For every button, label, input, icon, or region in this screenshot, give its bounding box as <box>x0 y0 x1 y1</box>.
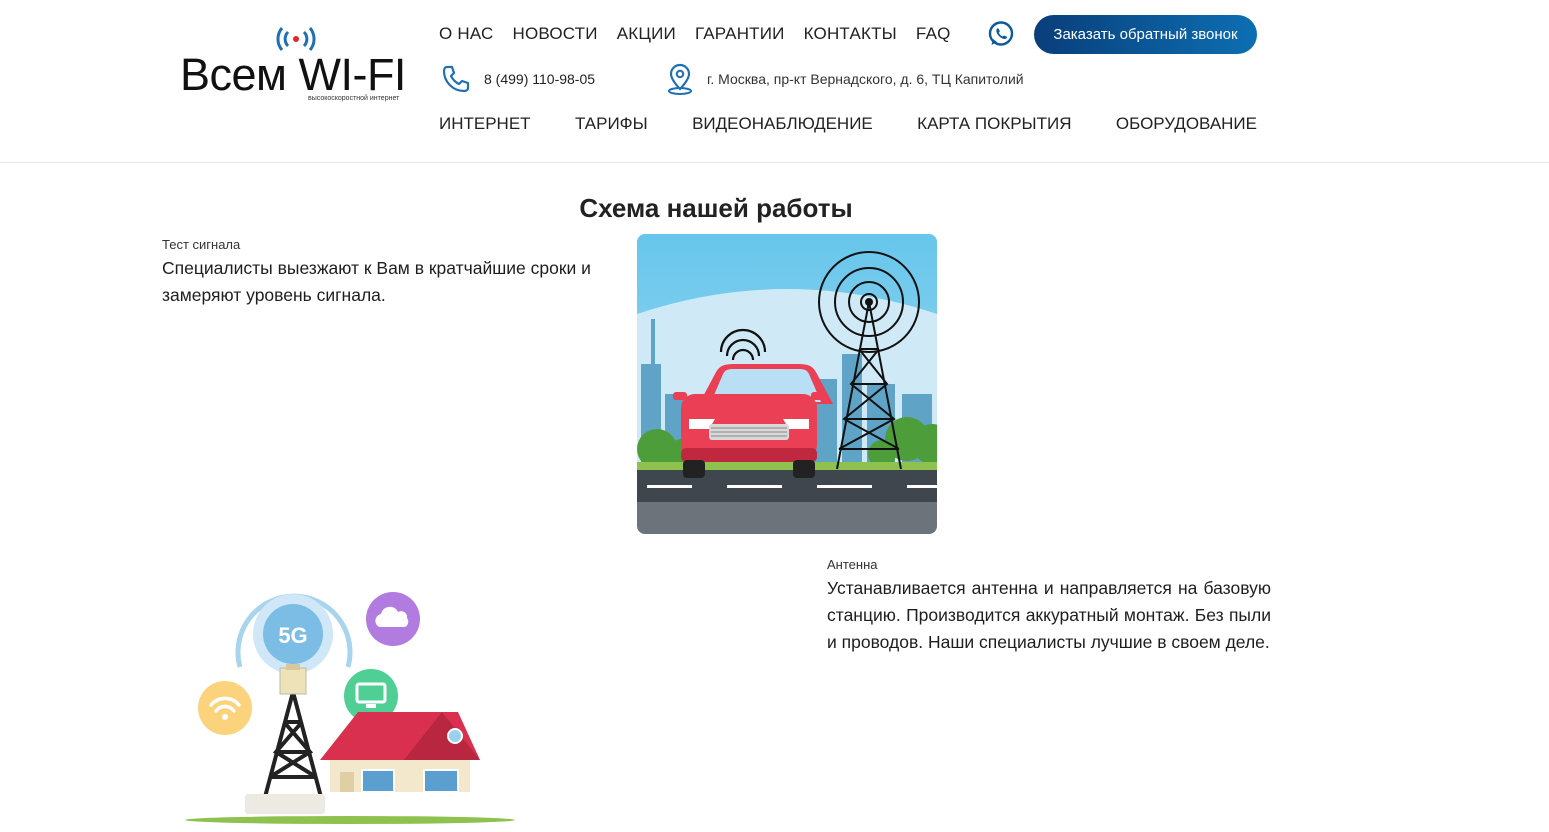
top-nav: О НАС НОВОСТИ АКЦИИ ГАРАНТИИ КОНТАКТЫ FA… <box>439 24 951 44</box>
main-nav: ИНТЕРНЕТ ТАРИФЫ ВИДЕОНАБЛЮДЕНИЕ КАРТА ПО… <box>439 114 1257 134</box>
site-logo[interactable]: Всем WI-FI высокоскоростной интернет <box>178 20 423 102</box>
section-title: Схема нашей работы <box>579 193 853 223</box>
antenna-illustration: 5G CLOUD <box>180 572 520 827</box>
address: г. Москва, пр-кт Вернадского, д. 6, ТЦ К… <box>707 71 1024 87</box>
phone-number[interactable]: 8 (499) 110-98-05 <box>484 71 595 87</box>
nav-tariffs[interactable]: ТАРИФЫ <box>575 114 648 134</box>
step-1-label: Тест сигнала <box>162 237 241 252</box>
site-header: Всем WI-FI высокоскоростной интернет О Н… <box>0 0 1549 163</box>
badge-cloud: CLOUD <box>379 626 408 635</box>
step-1-text: Специалисты выезжают к Вам в кратчайшие … <box>162 258 591 305</box>
nav-coverage-map[interactable]: КАРТА ПОКРЫТИЯ <box>917 114 1071 134</box>
nav-promos[interactable]: АКЦИИ <box>617 24 676 44</box>
step-2-text: Устанавливается антенна и направляется н… <box>827 578 1271 652</box>
badge-5g: 5G <box>278 623 307 648</box>
logo-tagline: высокоскоростной интернет <box>308 95 400 102</box>
nav-faq[interactable]: FAQ <box>916 24 951 44</box>
logo-text: Всем WI-FI <box>180 49 406 100</box>
nav-equipment[interactable]: ОБОРУДОВАНИЕ <box>1116 114 1257 134</box>
phone-icon[interactable] <box>441 64 471 94</box>
callback-button[interactable]: Заказать обратный звонок <box>1034 15 1257 54</box>
whatsapp-icon[interactable] <box>987 20 1015 48</box>
nav-guarantees[interactable]: ГАРАНТИИ <box>695 24 785 44</box>
signal-test-illustration <box>637 234 937 534</box>
location-pin-icon <box>668 63 692 95</box>
nav-about[interactable]: О НАС <box>439 24 493 44</box>
nav-contacts[interactable]: КОНТАКТЫ <box>804 24 897 44</box>
nav-internet[interactable]: ИНТЕРНЕТ <box>439 114 531 134</box>
nav-video[interactable]: ВИДЕОНАБЛЮДЕНИЕ <box>692 114 873 134</box>
step-2-label: Антенна <box>827 557 878 572</box>
nav-news[interactable]: НОВОСТИ <box>512 24 597 44</box>
